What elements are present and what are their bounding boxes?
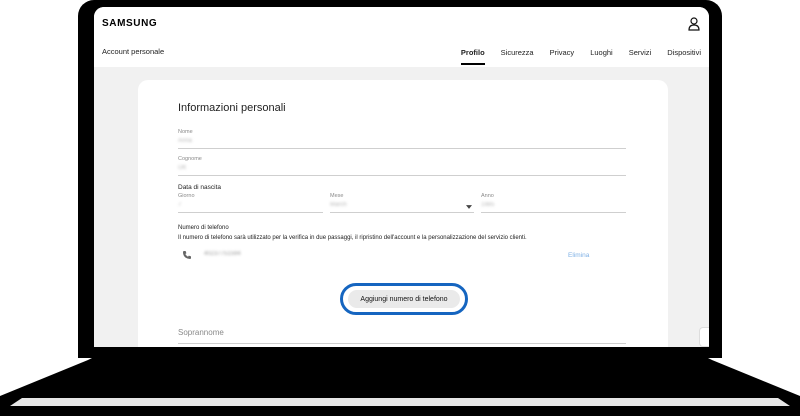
tab-privacy[interactable]: Privacy [542, 39, 583, 67]
birth-year-value: 1985 [481, 202, 495, 208]
tab-servizi[interactable]: Servizi [621, 39, 660, 67]
laptop-screen: SAMSUNG Account personale Profilo Sicure… [94, 7, 709, 347]
main-content: Informazioni personali Nome Anna Cognome… [94, 67, 709, 347]
field-underline [178, 212, 323, 213]
birth-day-value: 7 [178, 202, 182, 208]
card-title: Informazioni personali [178, 102, 286, 114]
first-name-field[interactable]: Nome Anna [178, 129, 626, 149]
account-nav: Account personale Profilo Sicurezza Priv… [94, 39, 709, 67]
nav-tabs: Profilo Sicurezza Privacy Luoghi Servizi… [453, 39, 709, 67]
birth-month-select[interactable]: Mese March [330, 193, 474, 213]
top-bar: SAMSUNG [94, 7, 709, 39]
phone-label: Numero di telefono [178, 225, 229, 231]
tab-sicurezza[interactable]: Sicurezza [493, 39, 542, 67]
chevron-down-icon [466, 205, 472, 209]
add-phone-highlight: Aggiungi numero di telefono [340, 283, 468, 315]
last-name-label: Cognome [178, 156, 202, 162]
side-panel-edge [699, 327, 709, 347]
birth-year-field[interactable]: Anno 1985 [481, 193, 626, 213]
nickname-field[interactable]: Soprannome [178, 328, 626, 344]
tab-dispositivi[interactable]: Dispositivi [659, 39, 709, 67]
personal-info-card: Informazioni personali Nome Anna Cognome… [138, 80, 668, 347]
tab-profilo[interactable]: Profilo [453, 39, 493, 67]
birth-year-label: Anno [481, 193, 494, 199]
field-underline [178, 343, 626, 344]
field-underline [178, 175, 626, 176]
samsung-logo[interactable]: SAMSUNG [102, 18, 157, 29]
field-underline [330, 212, 474, 213]
birth-day-field[interactable]: Giorno 7 [178, 193, 323, 213]
field-underline [178, 148, 626, 149]
field-underline [481, 212, 626, 213]
birth-day-label: Giorno [178, 193, 195, 199]
laptop-base [0, 354, 800, 416]
nickname-label: Soprannome [178, 328, 224, 337]
user-icon[interactable] [688, 17, 700, 31]
birth-month-label: Mese [330, 193, 344, 199]
last-name-value: Ott [178, 165, 187, 171]
first-name-value: Anna [178, 138, 193, 144]
account-title: Account personale [102, 47, 165, 56]
first-name-label: Nome [178, 129, 193, 135]
delete-phone-link[interactable]: Elimina [568, 252, 589, 259]
phone-icon [183, 251, 191, 259]
birth-date-label: Data di nascita [178, 184, 221, 191]
last-name-field[interactable]: Cognome Ott [178, 156, 626, 176]
phone-number: 40237751594 [204, 251, 241, 257]
phone-info-text: Il numero di telefono sarà utilizzato pe… [178, 235, 527, 241]
tab-luoghi[interactable]: Luoghi [582, 39, 621, 67]
birth-month-value: March [330, 202, 347, 208]
add-phone-button[interactable]: Aggiungi numero di telefono [348, 290, 460, 308]
